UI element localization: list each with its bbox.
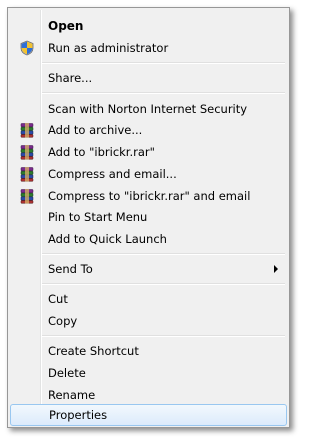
- menu-item-run-as-administrator[interactable]: Run as administrator: [10, 37, 287, 59]
- menu-item-add-to-rar[interactable]: Add to "ibrickr.rar": [10, 141, 287, 163]
- menu-item-delete[interactable]: Delete: [10, 362, 287, 384]
- menu-item-label: Cut: [48, 292, 68, 306]
- menu-item-label: Share...: [48, 71, 93, 85]
- menu-item-label: Properties: [49, 408, 108, 422]
- menu-item-copy[interactable]: Copy: [10, 310, 287, 332]
- menu-item-send-to[interactable]: Send To: [10, 258, 287, 280]
- submenu-arrow-icon: [274, 265, 278, 273]
- menu-item-label: Open: [48, 19, 84, 33]
- menu-item-compress-and-email[interactable]: Compress and email...: [10, 163, 287, 185]
- menu-item-label: Add to "ibrickr.rar": [48, 145, 155, 159]
- menu-item-label: Send To: [48, 262, 93, 276]
- winrar-icon: [20, 145, 34, 160]
- menu-item-label: Rename: [48, 388, 96, 402]
- menu-item-open[interactable]: Open: [10, 15, 287, 37]
- winrar-icon: [20, 123, 34, 138]
- menu-item-add-to-archive[interactable]: Add to archive...: [10, 119, 287, 141]
- menu-item-cut[interactable]: Cut: [10, 288, 287, 310]
- menu-separator: [42, 92, 285, 94]
- menu-item-label: Delete: [48, 366, 86, 380]
- menu-separator: [42, 253, 285, 255]
- menu-item-share[interactable]: Share...: [10, 67, 287, 89]
- winrar-icon: [20, 189, 34, 204]
- menu-item-label: Scan with Norton Internet Security: [48, 102, 248, 116]
- uac-shield-icon: [20, 40, 34, 56]
- menu-item-label: Compress and email...: [48, 167, 177, 181]
- winrar-icon: [20, 167, 34, 182]
- menu-item-label: Copy: [48, 314, 78, 328]
- menu-item-label: Add to archive...: [48, 123, 143, 137]
- context-menu: Open Run as administrator Share... Scan …: [7, 7, 290, 428]
- menu-separator: [42, 335, 285, 337]
- menu-item-add-to-quick-launch[interactable]: Add to Quick Launch: [10, 228, 287, 250]
- menu-item-properties[interactable]: Properties: [10, 404, 287, 426]
- menu-item-label: Run as administrator: [48, 41, 169, 55]
- menu-item-pin-to-start-menu[interactable]: Pin to Start Menu: [10, 206, 287, 228]
- menu-item-label: Create Shortcut: [48, 344, 139, 358]
- menu-item-compress-to-rar-and-email[interactable]: Compress to "ibrickr.rar" and email: [10, 185, 287, 207]
- menu-item-label: Pin to Start Menu: [48, 210, 148, 224]
- menu-item-scan-norton[interactable]: Scan with Norton Internet Security: [10, 98, 287, 120]
- menu-separator: [42, 62, 285, 64]
- menu-item-rename[interactable]: Rename: [10, 384, 287, 406]
- menu-separator: [42, 283, 285, 285]
- menu-item-label: Add to Quick Launch: [48, 232, 167, 246]
- menu-item-label: Compress to "ibrickr.rar" and email: [48, 189, 251, 203]
- menu-item-create-shortcut[interactable]: Create Shortcut: [10, 340, 287, 362]
